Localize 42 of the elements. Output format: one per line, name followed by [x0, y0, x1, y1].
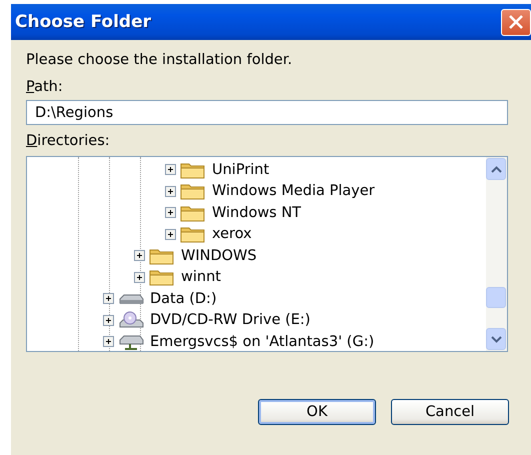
expand-toggle-icon[interactable] — [103, 336, 114, 348]
cancel-button[interactable]: Cancel — [391, 399, 509, 425]
folder-name[interactable]: Emergsvcs$ on 'Atlantas3' (G:) — [150, 334, 374, 350]
ok-button[interactable]: OK — [258, 399, 376, 425]
path-field[interactable]: D:\Regions — [26, 100, 508, 125]
folder-name[interactable]: Data (D:) — [150, 290, 217, 307]
folder-icon — [180, 160, 206, 179]
folder-name[interactable]: xerox — [212, 226, 252, 242]
chevron-down-icon — [490, 336, 502, 342]
folder-name[interactable]: winnt — [181, 269, 221, 286]
directories-label: Directories: — [26, 133, 111, 151]
folder-name[interactable]: Windows NT — [212, 204, 302, 221]
window-title: Choose Folder — [15, 12, 152, 32]
close-icon — [507, 13, 525, 31]
expand-toggle-icon[interactable] — [103, 293, 114, 304]
expand-toggle-icon[interactable] — [165, 186, 176, 197]
expand-toggle-icon[interactable] — [165, 164, 176, 176]
cd-drive-icon — [118, 311, 144, 330]
folder-name[interactable]: DVD/CD-RW Drive (E:) — [150, 312, 310, 328]
expand-toggle-icon[interactable] — [134, 250, 145, 262]
prompt-text: Please choose the installation folder. — [26, 52, 294, 70]
scroll-up-button[interactable] — [486, 158, 506, 180]
path-label: Path: — [26, 79, 64, 97]
folder-name[interactable]: WINDOWS — [181, 248, 257, 264]
chevron-up-icon — [490, 166, 502, 172]
folder-name[interactable]: Windows Media Player — [212, 183, 375, 200]
folder-icon — [149, 268, 175, 286]
expand-toggle-icon[interactable] — [134, 272, 145, 283]
directory-tree[interactable]: UniPrint Windows Media Player Windows NT xerox WINDOWS winnt Data (D:) DVD/CD-RW Drive (E:) Emergsvcs$ on 'Atlantas3' (G:) — [26, 156, 508, 352]
scroll-down-button[interactable] — [486, 328, 506, 350]
expand-toggle-icon[interactable] — [103, 314, 114, 326]
scroll-thumb[interactable] — [486, 287, 506, 308]
folder-name[interactable]: UniPrint — [212, 162, 270, 178]
folder-icon — [180, 225, 206, 244]
folder-icon — [180, 204, 206, 222]
expand-toggle-icon[interactable] — [165, 207, 176, 218]
scrollbar[interactable] — [486, 157, 507, 351]
expand-toggle-icon[interactable] — [165, 228, 176, 240]
folder-icon — [180, 182, 206, 200]
network-drive-icon — [118, 332, 144, 351]
close-button[interactable] — [501, 8, 531, 36]
folder-icon — [149, 246, 175, 265]
